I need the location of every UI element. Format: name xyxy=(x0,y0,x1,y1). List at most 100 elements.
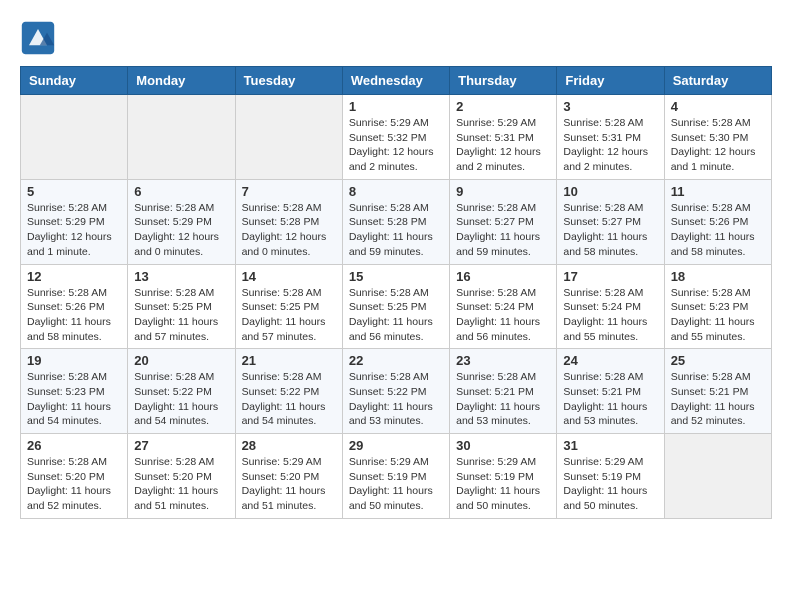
calendar-cell: 18 Sunrise: 5:28 AM Sunset: 5:23 PM Dayli… xyxy=(664,264,771,349)
day-number: 16 xyxy=(456,269,550,284)
calendar-cell: 12 Sunrise: 5:28 AM Sunset: 5:26 PM Dayli… xyxy=(21,264,128,349)
day-info: Sunrise: 5:29 AM Sunset: 5:31 PM Dayligh… xyxy=(456,116,550,175)
day-number: 28 xyxy=(242,438,336,453)
day-info: Sunrise: 5:28 AM Sunset: 5:27 PM Dayligh… xyxy=(456,201,550,260)
day-info: Sunrise: 5:28 AM Sunset: 5:28 PM Dayligh… xyxy=(242,201,336,260)
day-info: Sunrise: 5:29 AM Sunset: 5:19 PM Dayligh… xyxy=(349,455,443,514)
day-number: 24 xyxy=(563,353,657,368)
day-of-week-header: Sunday xyxy=(21,67,128,95)
calendar-cell: 4 Sunrise: 5:28 AM Sunset: 5:30 PM Daylig… xyxy=(664,95,771,180)
day-number: 2 xyxy=(456,99,550,114)
day-info: Sunrise: 5:29 AM Sunset: 5:20 PM Dayligh… xyxy=(242,455,336,514)
day-number: 18 xyxy=(671,269,765,284)
day-info: Sunrise: 5:29 AM Sunset: 5:19 PM Dayligh… xyxy=(456,455,550,514)
day-info: Sunrise: 5:28 AM Sunset: 5:23 PM Dayligh… xyxy=(671,286,765,345)
calendar-cell: 11Sunrise: 5:28 AM Sunset: 5:26 PM Dayli… xyxy=(664,179,771,264)
day-number: 19 xyxy=(27,353,121,368)
calendar-cell: 23 Sunrise: 5:28 AM Sunset: 5:21 PM Dayli… xyxy=(450,349,557,434)
day-of-week-header: Thursday xyxy=(450,67,557,95)
day-number: 7 xyxy=(242,184,336,199)
day-info: Sunrise: 5:28 AM Sunset: 5:20 PM Dayligh… xyxy=(27,455,121,514)
day-info: Sunrise: 5:28 AM Sunset: 5:22 PM Dayligh… xyxy=(349,370,443,429)
day-info: Sunrise: 5:28 AM Sunset: 5:24 PM Dayligh… xyxy=(456,286,550,345)
calendar-cell: 10 Sunrise: 5:28 AM Sunset: 5:27 PM Dayli… xyxy=(557,179,664,264)
calendar-cell: 16 Sunrise: 5:28 AM Sunset: 5:24 PM Dayli… xyxy=(450,264,557,349)
day-number: 17 xyxy=(563,269,657,284)
day-info: Sunrise: 5:28 AM Sunset: 5:22 PM Dayligh… xyxy=(242,370,336,429)
calendar-cell: 31Sunrise: 5:29 AM Sunset: 5:19 PM Dayli… xyxy=(557,434,664,519)
day-info: Sunrise: 5:28 AM Sunset: 5:27 PM Dayligh… xyxy=(563,201,657,260)
calendar-cell: 30 Sunrise: 5:29 AM Sunset: 5:19 PM Dayli… xyxy=(450,434,557,519)
calendar-cell: 26 Sunrise: 5:28 AM Sunset: 5:20 PM Dayli… xyxy=(21,434,128,519)
day-of-week-header: Saturday xyxy=(664,67,771,95)
calendar-cell: 28 Sunrise: 5:29 AM Sunset: 5:20 PM Dayli… xyxy=(235,434,342,519)
day-of-week-header: Monday xyxy=(128,67,235,95)
day-number: 21 xyxy=(242,353,336,368)
calendar-week-row: 26 Sunrise: 5:28 AM Sunset: 5:20 PM Dayli… xyxy=(21,434,772,519)
day-info: Sunrise: 5:28 AM Sunset: 5:26 PM Dayligh… xyxy=(27,286,121,345)
calendar-cell: 6Sunrise: 5:28 AM Sunset: 5:29 PM Daylig… xyxy=(128,179,235,264)
calendar-cell: 22 Sunrise: 5:28 AM Sunset: 5:22 PM Dayli… xyxy=(342,349,449,434)
calendar-cell: 8 Sunrise: 5:28 AM Sunset: 5:28 PM Daylig… xyxy=(342,179,449,264)
calendar-cell: 19 Sunrise: 5:28 AM Sunset: 5:23 PM Dayli… xyxy=(21,349,128,434)
calendar-cell: 14 Sunrise: 5:28 AM Sunset: 5:25 PM Dayli… xyxy=(235,264,342,349)
logo-icon xyxy=(20,20,56,56)
day-info: Sunrise: 5:28 AM Sunset: 5:20 PM Dayligh… xyxy=(134,455,228,514)
day-number: 25 xyxy=(671,353,765,368)
day-of-week-header: Tuesday xyxy=(235,67,342,95)
day-info: Sunrise: 5:28 AM Sunset: 5:30 PM Dayligh… xyxy=(671,116,765,175)
calendar-cell: 9 Sunrise: 5:28 AM Sunset: 5:27 PM Daylig… xyxy=(450,179,557,264)
calendar-cell: 15 Sunrise: 5:28 AM Sunset: 5:25 PM Dayli… xyxy=(342,264,449,349)
day-number: 11 xyxy=(671,184,765,199)
day-number: 3 xyxy=(563,99,657,114)
calendar-cell: 21 Sunrise: 5:28 AM Sunset: 5:22 PM Dayli… xyxy=(235,349,342,434)
day-number: 4 xyxy=(671,99,765,114)
day-of-week-header: Wednesday xyxy=(342,67,449,95)
day-info: Sunrise: 5:28 AM Sunset: 5:24 PM Dayligh… xyxy=(563,286,657,345)
day-info: Sunrise: 5:28 AM Sunset: 5:23 PM Dayligh… xyxy=(27,370,121,429)
day-number: 23 xyxy=(456,353,550,368)
day-number: 31 xyxy=(563,438,657,453)
calendar-cell: 1Sunrise: 5:29 AM Sunset: 5:32 PM Daylig… xyxy=(342,95,449,180)
calendar-cell: 25 Sunrise: 5:28 AM Sunset: 5:21 PM Dayli… xyxy=(664,349,771,434)
day-of-week-header: Friday xyxy=(557,67,664,95)
day-number: 15 xyxy=(349,269,443,284)
day-info: Sunrise: 5:28 AM Sunset: 5:25 PM Dayligh… xyxy=(349,286,443,345)
day-number: 10 xyxy=(563,184,657,199)
day-number: 6 xyxy=(134,184,228,199)
day-number: 26 xyxy=(27,438,121,453)
day-info: Sunrise: 5:28 AM Sunset: 5:29 PM Dayligh… xyxy=(27,201,121,260)
calendar-cell: 24Sunrise: 5:28 AM Sunset: 5:21 PM Dayli… xyxy=(557,349,664,434)
calendar-cell: 20 Sunrise: 5:28 AM Sunset: 5:22 PM Dayli… xyxy=(128,349,235,434)
day-number: 14 xyxy=(242,269,336,284)
calendar-cell xyxy=(128,95,235,180)
calendar-header-row: SundayMondayTuesdayWednesdayThursdayFrid… xyxy=(21,67,772,95)
day-info: Sunrise: 5:28 AM Sunset: 5:28 PM Dayligh… xyxy=(349,201,443,260)
calendar: SundayMondayTuesdayWednesdayThursdayFrid… xyxy=(20,66,772,519)
day-number: 20 xyxy=(134,353,228,368)
day-number: 9 xyxy=(456,184,550,199)
calendar-cell: 27 Sunrise: 5:28 AM Sunset: 5:20 PM Dayli… xyxy=(128,434,235,519)
day-number: 30 xyxy=(456,438,550,453)
calendar-cell: 13 Sunrise: 5:28 AM Sunset: 5:25 PM Dayli… xyxy=(128,264,235,349)
day-info: Sunrise: 5:28 AM Sunset: 5:21 PM Dayligh… xyxy=(456,370,550,429)
day-number: 22 xyxy=(349,353,443,368)
day-info: Sunrise: 5:28 AM Sunset: 5:25 PM Dayligh… xyxy=(242,286,336,345)
calendar-week-row: 12 Sunrise: 5:28 AM Sunset: 5:26 PM Dayli… xyxy=(21,264,772,349)
day-number: 12 xyxy=(27,269,121,284)
day-info: Sunrise: 5:29 AM Sunset: 5:32 PM Dayligh… xyxy=(349,116,443,175)
day-number: 5 xyxy=(27,184,121,199)
day-number: 27 xyxy=(134,438,228,453)
calendar-cell: 2 Sunrise: 5:29 AM Sunset: 5:31 PM Daylig… xyxy=(450,95,557,180)
calendar-cell: 5 Sunrise: 5:28 AM Sunset: 5:29 PM Daylig… xyxy=(21,179,128,264)
calendar-week-row: 1Sunrise: 5:29 AM Sunset: 5:32 PM Daylig… xyxy=(21,95,772,180)
day-number: 29 xyxy=(349,438,443,453)
day-number: 8 xyxy=(349,184,443,199)
day-number: 13 xyxy=(134,269,228,284)
day-info: Sunrise: 5:28 AM Sunset: 5:21 PM Dayligh… xyxy=(671,370,765,429)
day-info: Sunrise: 5:28 AM Sunset: 5:25 PM Dayligh… xyxy=(134,286,228,345)
day-info: Sunrise: 5:28 AM Sunset: 5:22 PM Dayligh… xyxy=(134,370,228,429)
calendar-week-row: 19 Sunrise: 5:28 AM Sunset: 5:23 PM Dayli… xyxy=(21,349,772,434)
calendar-cell xyxy=(235,95,342,180)
calendar-cell: 17 Sunrise: 5:28 AM Sunset: 5:24 PM Dayli… xyxy=(557,264,664,349)
